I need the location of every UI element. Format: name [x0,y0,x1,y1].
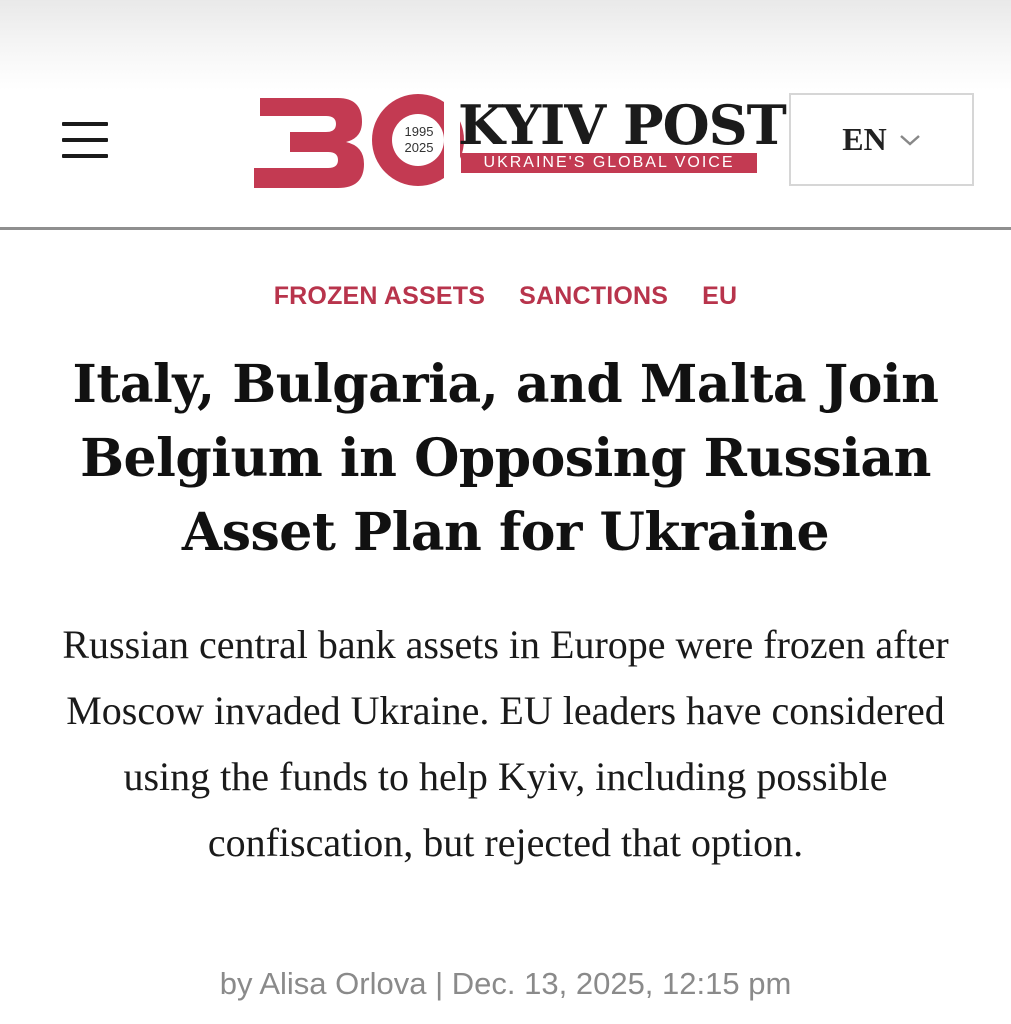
article-headline: Italy, Bulgaria, and Malta Join Belgium … [72,354,940,563]
site-header: 1995 2025 KYIV POST UKRAINE'S GLOBAL VOI… [0,0,1011,230]
language-selector[interactable]: EN [789,93,974,186]
menu-bar [62,122,108,126]
tag-eu[interactable]: EU [702,282,737,316]
byline-prefix: by [219,966,253,1001]
tag-sanctions[interactable]: SANCTIONS [519,282,668,316]
article-byline: by Alisa Orlova | Dec. 13, 2025, 12:15 p… [0,966,1011,1002]
menu-bar [62,138,108,142]
chevron-down-icon [899,133,921,147]
logo-year-start: 1995 [404,124,434,139]
byline-separator: | [435,966,444,1001]
hamburger-menu-icon[interactable] [62,122,112,158]
menu-bar [62,154,108,158]
article-summary: Russian central bank assets in Europe we… [62,622,949,865]
article-tags: FROZEN ASSETS SANCTIONS EU [0,282,1011,316]
logo-year-end: 2025 [404,140,434,155]
header-divider [0,227,1011,230]
language-label: EN [842,121,887,157]
logo-tagline: UKRAINE'S GLOBAL VOICE [461,153,757,173]
logo-wordmark: KYIV POST [458,93,787,157]
byline-date: Dec. 13, 2025, 12:15 pm [451,966,792,1001]
byline-author[interactable]: Alisa Orlova [259,966,426,1001]
kyiv-post-logo[interactable]: 1995 2025 KYIV POST UKRAINE'S GLOBAL VOI… [250,88,787,190]
tag-frozen-assets[interactable]: FROZEN ASSETS [274,282,485,316]
